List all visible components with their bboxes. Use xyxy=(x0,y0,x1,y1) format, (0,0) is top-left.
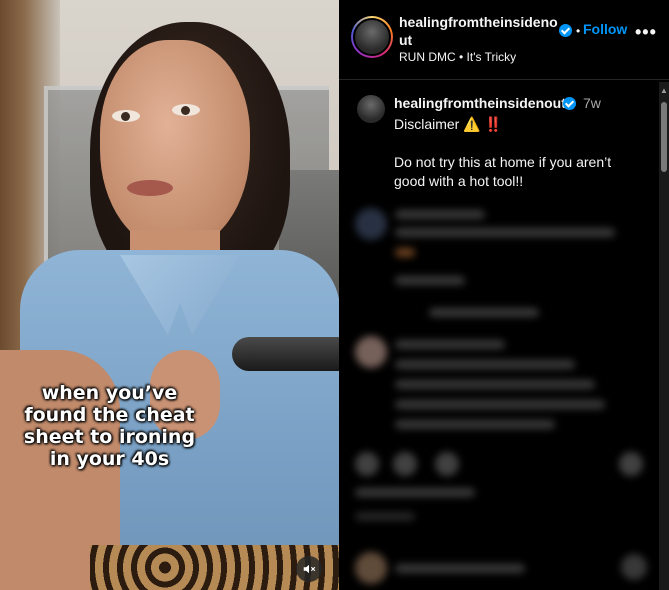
comment-avatar xyxy=(355,208,387,240)
comment-placeholder xyxy=(395,276,465,285)
scrollbar[interactable]: ▲ xyxy=(659,82,669,590)
video-caption: when you’ve found the cheat sheet to iro… xyxy=(23,382,196,470)
date-placeholder xyxy=(355,512,415,521)
comment-placeholder xyxy=(395,360,575,369)
person-lips xyxy=(127,180,173,196)
follow-button[interactable]: Follow xyxy=(583,21,627,37)
scroll-up-arrow-icon[interactable]: ▲ xyxy=(660,86,668,95)
caption-line-warning: Do not try this at home if you aren’t go… xyxy=(394,154,612,189)
emoji-placeholder xyxy=(621,554,647,580)
post-panel: healingfromtheinsidenout • Follow ••• RU… xyxy=(339,0,669,590)
scrollbar-thumb[interactable] xyxy=(661,102,667,172)
hair-straightener xyxy=(232,337,339,371)
comment-placeholder xyxy=(429,308,539,317)
caption-line-disclaimer: Disclaimer ⚠️ ‼️ xyxy=(394,116,502,132)
caption-verified-badge-icon xyxy=(563,97,576,110)
caption-text: Disclaimer ⚠️ ‼️ Do not try this at home… xyxy=(394,115,639,191)
more-options-icon[interactable]: ••• xyxy=(635,22,657,43)
separator-dot: • xyxy=(576,24,581,38)
person-face xyxy=(100,40,250,250)
comment-placeholder xyxy=(395,228,615,237)
caption-author-avatar[interactable] xyxy=(355,93,387,125)
comment-placeholder xyxy=(395,420,555,429)
verified-badge-icon xyxy=(559,24,572,37)
post-header: healingfromtheinsidenout • Follow ••• RU… xyxy=(339,0,669,80)
reel-video[interactable]: when you’ve found the cheat sheet to iro… xyxy=(0,0,339,590)
likes-placeholder xyxy=(355,488,475,497)
comment-placeholder xyxy=(395,400,605,409)
speaker-muted-icon xyxy=(303,564,316,574)
comment-avatar xyxy=(355,336,387,368)
comment-placeholder xyxy=(395,210,485,219)
person-eye-left xyxy=(112,110,140,122)
save-placeholder xyxy=(619,452,643,476)
person-eye-right xyxy=(172,104,200,116)
comment-placeholder xyxy=(393,452,417,476)
comment-placeholder xyxy=(395,340,505,349)
comment-placeholder xyxy=(395,248,415,257)
share-placeholder xyxy=(435,452,459,476)
like-placeholder xyxy=(355,452,379,476)
caption-username[interactable]: healingfromtheinsidenout xyxy=(394,95,566,111)
comment-input-placeholder xyxy=(395,564,525,573)
author-avatar[interactable] xyxy=(353,18,391,56)
comment-input-avatar xyxy=(355,552,387,584)
blurred-comments xyxy=(339,190,659,590)
author-username[interactable]: healingfromtheinsidenout xyxy=(399,13,559,49)
post-timestamp[interactable]: 7w xyxy=(583,95,601,111)
comment-placeholder xyxy=(395,380,595,389)
mute-button[interactable] xyxy=(296,556,322,582)
audio-track-link[interactable]: RUN DMC • It's Tricky xyxy=(399,50,516,64)
story-ring[interactable] xyxy=(351,16,393,58)
